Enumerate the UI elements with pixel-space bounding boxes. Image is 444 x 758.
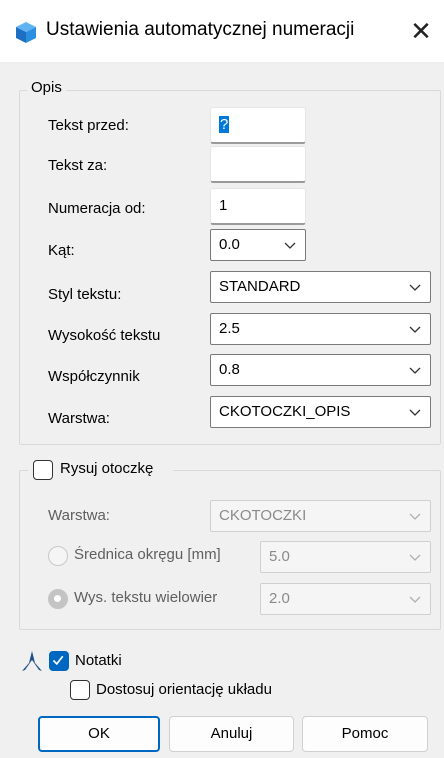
wysokosc-tekstu-value: 2.5 [219, 320, 240, 337]
wspolczynnik-value: 0.8 [219, 361, 240, 378]
app-cube-icon [16, 22, 36, 43]
rysuj-otoczke-label[interactable]: Rysuj otoczkę [60, 460, 153, 477]
chevron-down-icon [409, 326, 421, 333]
tekst-za-label: Tekst za: [48, 157, 108, 174]
wspolczynnik-label: Współczynnik [48, 368, 140, 385]
cancel-button[interactable]: Anuluj [169, 716, 294, 752]
chevron-down-icon [409, 596, 421, 603]
notatki-checkbox[interactable] [49, 651, 69, 671]
kat-value: 0.0 [219, 236, 240, 253]
srednica-value: 5.0 [269, 548, 290, 565]
warstwa-select[interactable]: CKOTOCZKI_OPIS [210, 396, 431, 428]
title-bar: Ustawienia automatycznej numeracji ✕ [0, 0, 444, 62]
styl-tekstu-select[interactable]: STANDARD [210, 271, 431, 303]
wspolczynnik-select[interactable]: 0.8 [210, 354, 431, 386]
wysokosc-tekstu-label: Wysokość tekstu [48, 327, 161, 344]
annotation-icon [22, 651, 42, 671]
chevron-down-icon [284, 242, 296, 249]
wys-tekstu-select[interactable]: 2.0 [260, 583, 431, 615]
otoczka-warstwa-select[interactable]: CKOTOCZKI [210, 500, 431, 532]
kat-select[interactable]: 0.0 [210, 229, 306, 261]
srednica-label[interactable]: Średnica okręgu [mm] [74, 546, 254, 563]
checkmark-icon [52, 655, 64, 666]
rysuj-otoczke-checkbox[interactable] [33, 460, 53, 480]
tekst-za-input[interactable] [210, 146, 306, 183]
chevron-down-icon [409, 367, 421, 374]
styl-tekstu-value: STANDARD [219, 278, 301, 295]
numeracja-od-label: Numeracja od: [48, 200, 146, 217]
opis-legend: Opis [27, 79, 66, 96]
warstwa-label: Warstwa: [48, 410, 110, 427]
chevron-down-icon [409, 284, 421, 291]
dostosuj-label[interactable]: Dostosuj orientację układu [96, 681, 272, 698]
close-button[interactable]: ✕ [406, 14, 436, 48]
otoczka-warstwa-label: Warstwa: [48, 507, 110, 524]
wys-tekstu-radio[interactable] [48, 589, 68, 609]
chevron-down-icon [409, 513, 421, 520]
numeracja-od-input[interactable]: 1 [210, 188, 306, 225]
help-button[interactable]: Pomoc [302, 716, 428, 752]
dostosuj-checkbox[interactable] [70, 680, 90, 700]
tekst-przed-label: Tekst przed: [48, 117, 129, 134]
srednica-select[interactable]: 5.0 [260, 541, 431, 573]
srednica-radio[interactable] [48, 546, 68, 566]
notatki-label[interactable]: Notatki [75, 652, 122, 669]
chevron-down-icon [409, 554, 421, 561]
wysokosc-tekstu-select[interactable]: 2.5 [210, 313, 431, 345]
styl-tekstu-label: Styl tekstu: [48, 286, 122, 303]
kat-label: Kąt: [48, 242, 75, 259]
wys-tekstu-value: 2.0 [269, 590, 290, 607]
wys-tekstu-label[interactable]: Wys. tekstu wielowier [74, 589, 254, 606]
ok-button[interactable]: OK [38, 716, 160, 752]
window-title: Ustawienia automatycznej numeracji [46, 19, 355, 40]
tekst-przed-input[interactable]: ? [210, 107, 306, 144]
warstwa-value: CKOTOCZKI_OPIS [219, 403, 351, 420]
otoczka-warstwa-value: CKOTOCZKI [219, 507, 307, 524]
chevron-down-icon [409, 409, 421, 416]
tekst-przed-value: ? [219, 116, 230, 133]
